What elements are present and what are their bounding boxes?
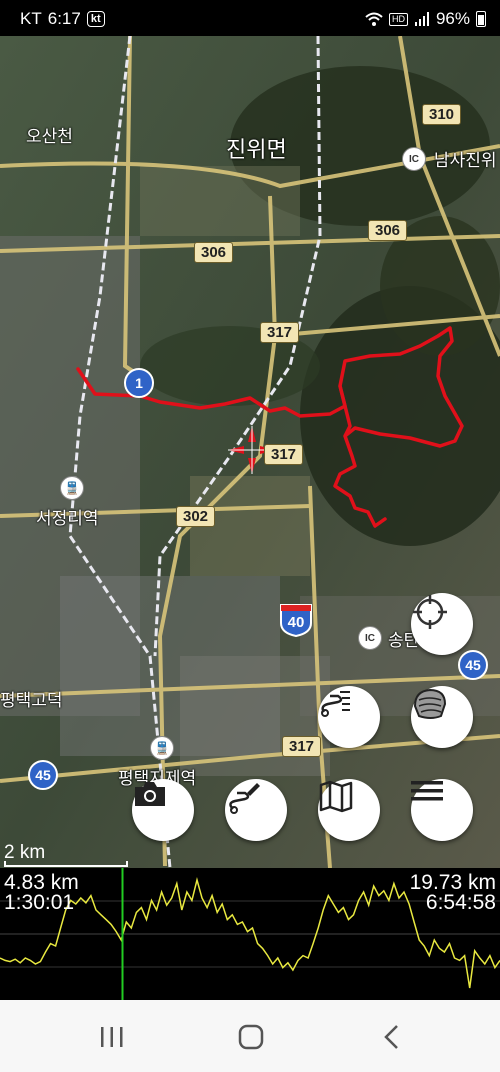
elevation-profile[interactable]: 4.83 km 1:30:01 19.73 km 6:54:58 xyxy=(0,868,500,1000)
scale-bar xyxy=(4,861,128,867)
battery-icon xyxy=(476,11,486,27)
hd-voice-icon: HD xyxy=(388,12,408,26)
train-station-icon: 🚆 xyxy=(60,476,84,500)
crosshair-location-icon xyxy=(413,595,447,629)
recent-apps-icon xyxy=(101,1027,123,1047)
home-icon xyxy=(238,1024,264,1050)
status-bar: KT 6:17 kt HD 96% xyxy=(0,0,500,36)
menu-button[interactable] xyxy=(411,779,473,841)
ic-icon: IC xyxy=(358,626,382,650)
back-button[interactable] xyxy=(372,1022,412,1052)
highway-shield-label: 40 xyxy=(287,614,305,631)
back-icon xyxy=(384,1025,398,1049)
camera-button[interactable] xyxy=(132,779,194,841)
map-view[interactable]: 오산천 진위면 남사진위 서정리역 평택고덕 평택지제역 송탄 IC IC 🚆 … xyxy=(0,36,500,868)
total-time: 6:54:58 xyxy=(425,891,496,914)
road-shield-45: 45 xyxy=(28,760,58,790)
road-shield-306: 306 xyxy=(194,242,234,263)
system-nav-bar xyxy=(0,1000,500,1072)
draw-route-icon xyxy=(229,783,260,814)
road-shield-317: 317 xyxy=(264,444,304,465)
highway-shield-40: 40 xyxy=(279,603,313,637)
draw-route-button[interactable] xyxy=(225,779,287,841)
home-button[interactable] xyxy=(231,1022,271,1052)
road-shield-317: 317 xyxy=(282,736,322,757)
road-shield-317: 317 xyxy=(260,322,300,343)
carrier-text: KT xyxy=(20,9,42,28)
cursor-time: 1:30:01 xyxy=(4,891,75,914)
signal-icon xyxy=(414,12,429,26)
route-list-button[interactable] xyxy=(318,686,380,748)
road-shield-45: 45 xyxy=(458,650,488,680)
road-shield-1: 1 xyxy=(124,368,154,398)
my-location-button[interactable] xyxy=(411,593,473,655)
place-label-pyeongtaekgodeok: 평택고덕 xyxy=(0,691,63,710)
map-select-button[interactable] xyxy=(318,779,380,841)
hamburger-menu-icon xyxy=(411,781,443,801)
terrain-layer-icon xyxy=(413,688,447,719)
place-label-seojeongri: 서정리역 xyxy=(36,509,99,528)
route-list-icon xyxy=(321,691,350,717)
map-icon xyxy=(319,780,353,813)
camera-icon xyxy=(135,782,165,806)
road-shield-302: 302 xyxy=(176,506,216,527)
road-shield-310: 310 xyxy=(422,104,462,125)
recent-apps-button[interactable] xyxy=(92,1022,132,1052)
place-label-jinwimyeon: 진위면 xyxy=(226,137,287,162)
place-label-namsajinwi: 남사진위 xyxy=(434,151,497,170)
place-label-osancheon: 오산천 xyxy=(26,127,73,146)
map-layers-button[interactable] xyxy=(411,686,473,748)
time-text: 6:17 xyxy=(47,9,81,28)
wifi-icon xyxy=(365,12,383,26)
battery-percent: 96% xyxy=(435,9,470,28)
train-station-icon: 🚆 xyxy=(150,736,174,760)
road-shield-306: 306 xyxy=(368,220,408,241)
ic-icon: IC xyxy=(402,147,426,171)
carrier-badge: kt xyxy=(86,11,105,27)
